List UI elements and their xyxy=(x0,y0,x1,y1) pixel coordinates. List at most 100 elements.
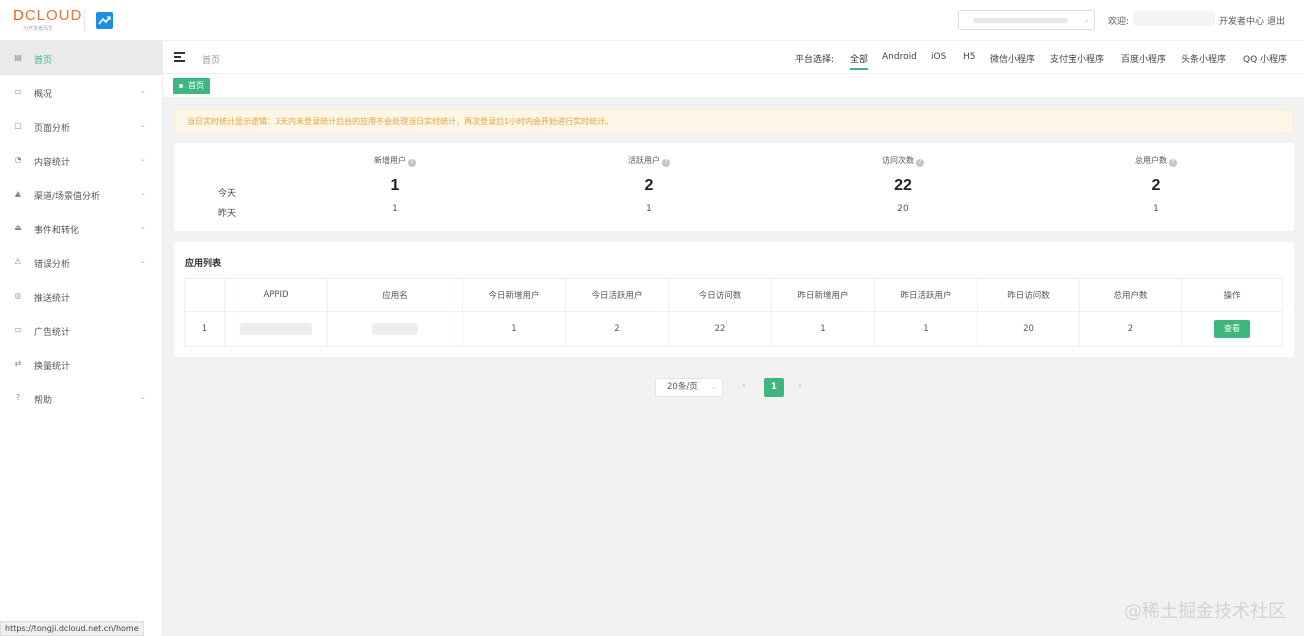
sidebar-item[interactable]: ▭ 广告统计 xyxy=(0,313,162,347)
sidebar-item[interactable]: ◔ 内容统计 ⌄ xyxy=(0,143,162,177)
sidebar-item-label: 事件和转化 xyxy=(34,226,80,236)
sidebar: ▤ 首页 ▭ 概况 ⌄ ▢ 页面分析 ⌄ ◔ 内容统计 ⌄ ▲ 渠道/场景值分析 ⌄ ⏏ 事件和转化 ⌄ ⚠ 错误分… xyxy=(0,41,163,636)
app-list-table: APPID 应用名 今日新增用户 今日活跃用户 今日访问数 昨日新增用户 昨日活跃用户 昨日访… xyxy=(184,278,1283,347)
stat-yesterday-value: 20 xyxy=(897,204,909,214)
sidebar-item[interactable]: ⚠ 错误分析 ⌄ xyxy=(0,245,162,279)
platform-tab[interactable]: iOS xyxy=(931,52,946,62)
sidebar-item[interactable]: ? 帮助 ⌄ xyxy=(0,381,162,415)
cell-index: 1 xyxy=(184,311,225,347)
sidebar-item[interactable]: ▭ 概况 ⌄ xyxy=(0,75,162,109)
column-header xyxy=(184,278,225,312)
column-header: APPID xyxy=(224,278,328,312)
sidebar-item-label: 推送统计 xyxy=(34,294,71,304)
logout-link[interactable]: 退出 xyxy=(1267,14,1285,27)
chevron-down-icon: ⌄ xyxy=(140,257,146,265)
view-button[interactable]: 查看 xyxy=(1214,320,1250,338)
column-header: 应用名 xyxy=(327,278,463,312)
sidebar-item[interactable]: ▤ 首页 xyxy=(0,41,162,75)
clear-icon[interactable]: ⌟ xyxy=(1084,14,1088,23)
page-number-current[interactable]: 1 xyxy=(764,378,784,397)
status-bar-url: https://tongji.dcloud.net.cn/home xyxy=(0,621,144,636)
warning-icon: ⚠ xyxy=(14,257,22,266)
ad-icon: ▭ xyxy=(14,325,22,334)
home-icon: ▤ xyxy=(14,53,22,62)
stat-column: 活跃用户? 2 1 xyxy=(589,155,709,214)
sidebar-item[interactable]: ⏏ 事件和转化 ⌄ xyxy=(0,211,162,245)
platform-tab[interactable]: 头条小程序 xyxy=(1181,52,1226,65)
stat-title-text: 访问次数 xyxy=(882,156,914,165)
app-select[interactable]: ⌟ xyxy=(958,10,1095,30)
platform-tab[interactable]: 全部 xyxy=(850,52,869,70)
cell-app-name xyxy=(327,311,463,347)
platform-tab[interactable]: QQ 小程序 xyxy=(1243,52,1287,65)
next-page-button[interactable]: › xyxy=(798,381,802,391)
stat-title-text: 活跃用户 xyxy=(628,156,660,165)
stat-title-text: 新增用户 xyxy=(374,156,406,165)
sidebar-item-label: 广告统计 xyxy=(34,328,71,338)
tag-home[interactable]: 首页 xyxy=(173,78,210,94)
brand-text: DCLOUD xyxy=(13,7,83,24)
stat-title-text: 总用户数 xyxy=(1135,156,1167,165)
stat-title: 活跃用户? xyxy=(589,155,709,167)
column-header: 昨日新增用户 xyxy=(771,278,875,312)
stat-yesterday-value: 1 xyxy=(392,204,398,214)
page-size-select[interactable]: 20条/页 ⌄ xyxy=(655,378,723,397)
help-icon[interactable]: ? xyxy=(408,159,416,167)
help-icon[interactable]: ? xyxy=(916,159,924,167)
column-header: 昨日活跃用户 xyxy=(874,278,978,312)
stat-title: 访问次数? xyxy=(843,155,963,167)
help-icon[interactable]: ? xyxy=(1169,159,1177,167)
stat-title: 新增用户? xyxy=(335,155,455,167)
sidebar-item-label: 页面分析 xyxy=(34,124,71,134)
cell-yest-new: 1 xyxy=(771,311,875,347)
dcloud-logo[interactable]: DCLOUD 为开发者而生 xyxy=(13,7,83,34)
sidebar-item-label: 渠道/场景值分析 xyxy=(34,192,101,202)
cell-today-visits: 22 xyxy=(668,311,772,347)
overview-icon: ▭ xyxy=(14,87,22,96)
cell-yest-visits: 20 xyxy=(977,311,1080,347)
menu-toggle-icon[interactable] xyxy=(174,52,185,62)
event-icon: ⏏ xyxy=(14,223,22,232)
column-header: 操作 xyxy=(1181,278,1283,312)
platform-tab[interactable]: 支付宝小程序 xyxy=(1050,52,1104,65)
table-header-row: APPID 应用名 今日新增用户 今日活跃用户 今日访问数 昨日新增用户 昨日活跃用户 昨日访… xyxy=(184,278,1283,312)
appid-redacted xyxy=(240,323,312,335)
app-select-value-redacted xyxy=(973,18,1068,23)
cell-action: 查看 xyxy=(1181,311,1283,347)
top-header: DCLOUD 为开发者而生 ⌟ 欢迎: 开发者中心 退出 xyxy=(0,0,1304,41)
brand-tagline: 为开发者而生 xyxy=(23,26,54,32)
help-icon[interactable]: ? xyxy=(662,159,670,167)
table-row: 1 1 2 22 1 1 20 2 查看 xyxy=(184,311,1283,347)
help-icon: ? xyxy=(15,393,21,402)
realtime-notice: 当日实时统计显示逻辑：3天内未登录统计后台的应用不会处理当日实时统计，再次登录后… xyxy=(174,109,1294,134)
stats-trend-icon[interactable] xyxy=(96,12,113,29)
platform-tab[interactable]: 微信小程序 xyxy=(990,52,1035,65)
sidebar-item[interactable]: ▲ 渠道/场景值分析 ⌄ xyxy=(0,177,162,211)
column-header: 昨日访问数 xyxy=(977,278,1080,312)
cell-total: 2 xyxy=(1079,311,1182,347)
page-icon: ▢ xyxy=(14,121,22,130)
sidebar-item[interactable]: ◎ 推送统计 xyxy=(0,279,162,313)
dev-center-link[interactable]: 开发者中心 xyxy=(1219,14,1264,27)
app-list-card: 应用列表 APPID 应用名 今日新增用户 今日活跃用户 今日访问数 昨日新增用户 昨日活跃… xyxy=(174,242,1294,357)
stat-yesterday-value: 1 xyxy=(646,204,652,214)
sidebar-item[interactable]: ⇄ 换量统计 xyxy=(0,347,162,381)
stat-column: 访问次数? 22 20 xyxy=(843,155,963,214)
username-redacted xyxy=(1133,11,1215,26)
chevron-down-icon: ⌄ xyxy=(140,223,146,231)
stat-title: 总用户数? xyxy=(1096,155,1216,167)
stat-yesterday-value: 1 xyxy=(1153,204,1159,214)
platform-label: 平台选择: xyxy=(795,55,835,65)
sidebar-item[interactable]: ▢ 页面分析 ⌄ xyxy=(0,109,162,143)
stat-today-value: 2 xyxy=(644,177,654,194)
stat-column: 新增用户? 1 1 xyxy=(335,155,455,214)
prev-page-button[interactable]: ‹ xyxy=(742,381,746,391)
breadcrumb[interactable]: 首页 xyxy=(202,53,220,66)
platform-tab[interactable]: Android xyxy=(882,52,917,62)
stat-column: 总用户数? 2 1 xyxy=(1096,155,1216,214)
platform-tab[interactable]: H5 xyxy=(963,52,976,62)
tags-view: 首页 xyxy=(163,74,1304,98)
column-header: 今日活跃用户 xyxy=(565,278,669,312)
platform-tab[interactable]: 百度小程序 xyxy=(1121,52,1166,65)
sidebar-item-label: 帮助 xyxy=(34,396,53,406)
